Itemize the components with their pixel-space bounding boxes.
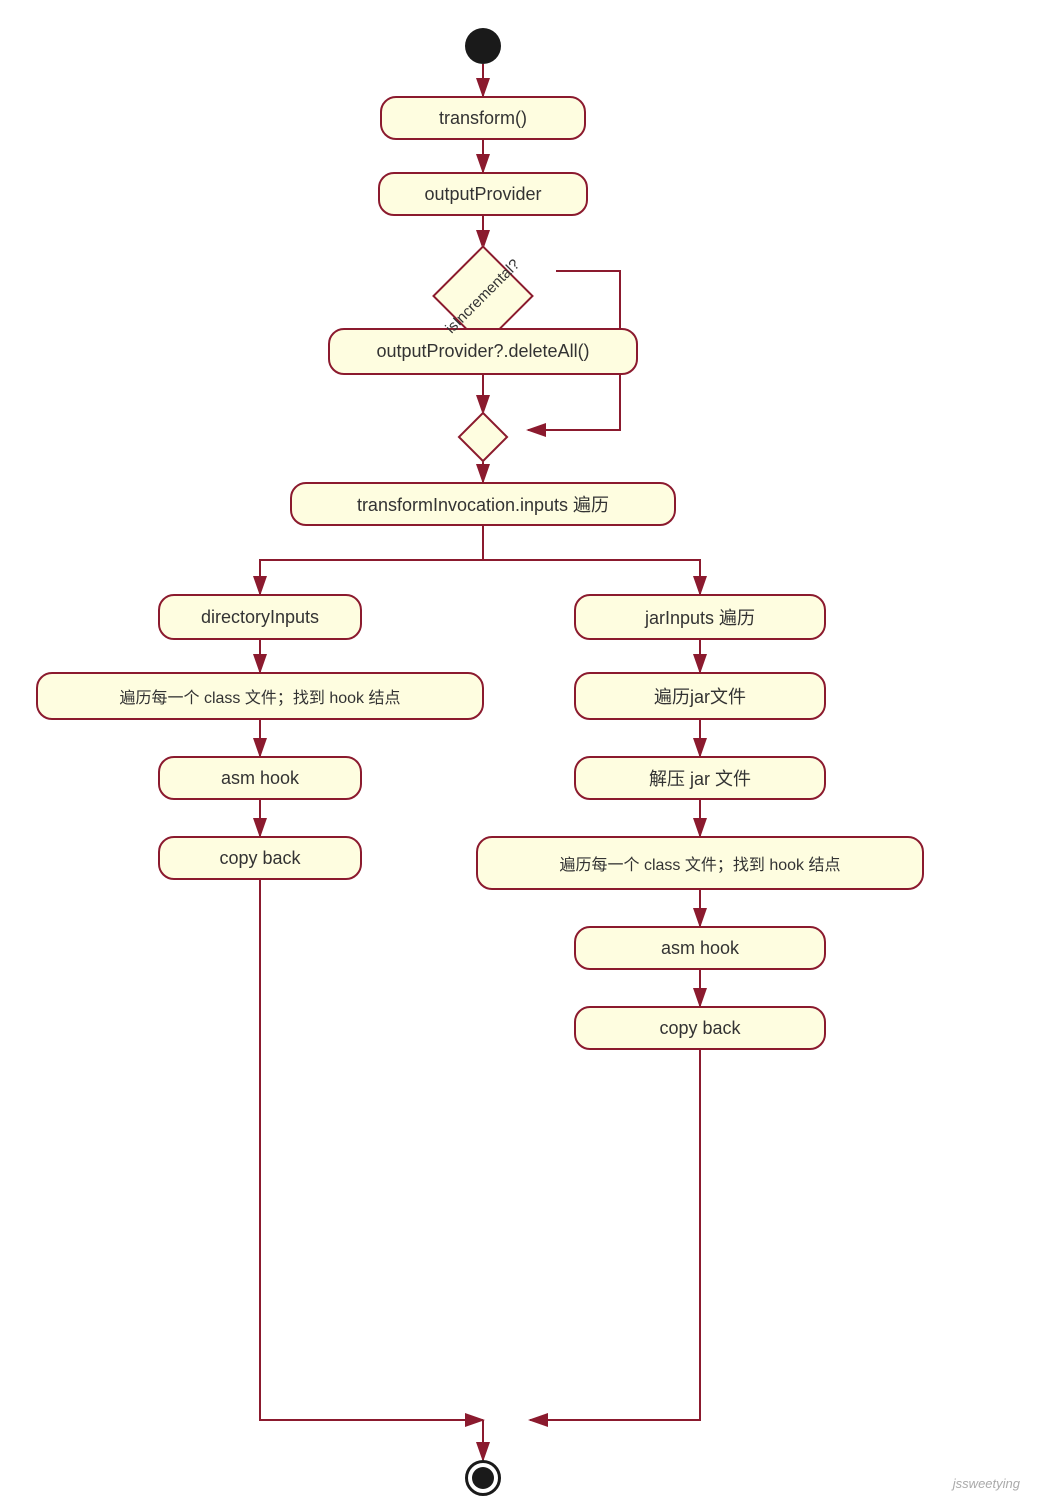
merge-diamond-node — [459, 413, 507, 461]
jar-inputs-node: jarInputs 遍历 — [574, 594, 826, 640]
copy-back2-node: copy back — [574, 1006, 826, 1050]
traverse-inputs-node: transformInvocation.inputs 遍历 — [290, 482, 676, 526]
start-node — [465, 28, 501, 64]
traverse-jar-node: 遍历jar文件 — [574, 672, 826, 720]
transform-node: transform() — [380, 96, 586, 140]
watermark: jssweetying — [953, 1476, 1020, 1491]
traverse-class1-node: 遍历每一个 class 文件；找到 hook 结点 — [36, 672, 484, 720]
output-provider-node: outputProvider — [378, 172, 588, 216]
end-node — [465, 1460, 501, 1496]
copy-back1-node: copy back — [158, 836, 362, 880]
traverse-class2-node: 遍历每一个 class 文件；找到 hook 结点 — [476, 836, 924, 890]
directory-inputs-node: directoryInputs — [158, 594, 362, 640]
delete-all-node: outputProvider?.deleteAll() — [328, 328, 638, 375]
asm-hook1-node: asm hook — [158, 756, 362, 800]
arrows-svg: no — [0, 0, 1040, 1511]
end-node-inner — [472, 1467, 494, 1489]
diagram-container: no transform() outputProvider isIncremen… — [0, 0, 1040, 1511]
asm-hook2-node: asm hook — [574, 926, 826, 970]
extract-jar-node: 解压 jar 文件 — [574, 756, 826, 800]
